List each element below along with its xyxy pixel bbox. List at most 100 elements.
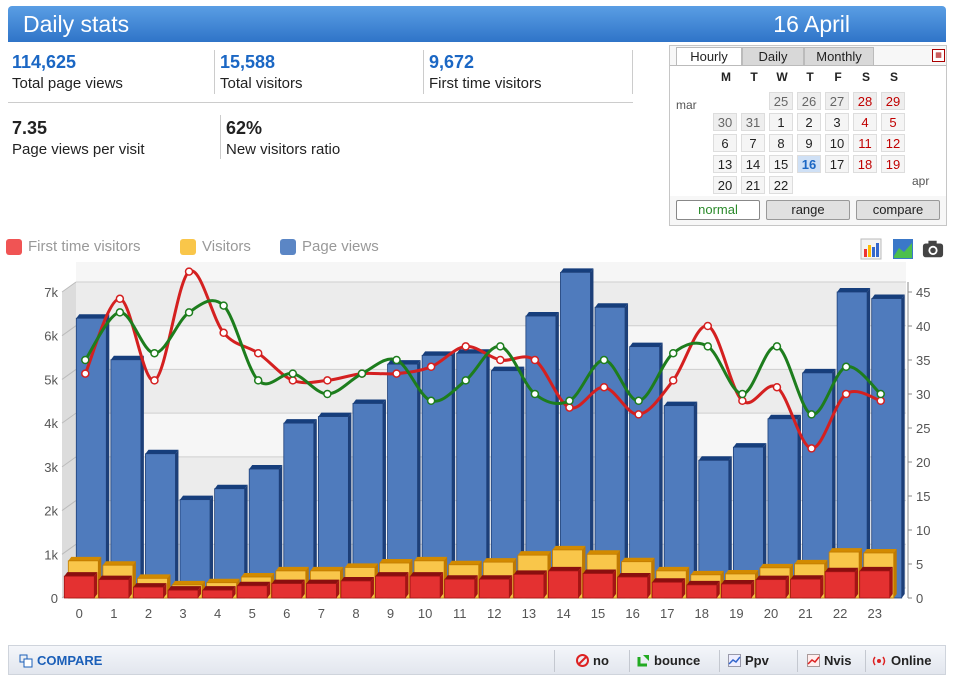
y-right-tick-label: 35 bbox=[916, 353, 930, 368]
red-line-point bbox=[876, 396, 885, 406]
month-label-next: apr bbox=[912, 174, 930, 188]
bar-chart-icon[interactable] bbox=[860, 238, 882, 260]
calendar-day[interactable]: 6 bbox=[713, 134, 737, 152]
calendar-day[interactable]: 16 bbox=[797, 155, 821, 173]
divider bbox=[719, 650, 720, 672]
first-time-visitors-bar-top bbox=[755, 575, 789, 580]
filter-ppv-button[interactable]: Ppv bbox=[728, 653, 769, 668]
red-line-point bbox=[288, 376, 298, 385]
page-views-bar-top bbox=[525, 312, 559, 317]
first-time-visitors-bar-side bbox=[440, 572, 444, 598]
calendar-day[interactable]: 19 bbox=[881, 155, 905, 173]
calendar-day[interactable]: 15 bbox=[769, 155, 793, 173]
y-right-tick-label: 45 bbox=[916, 285, 930, 300]
first-time-visitors-bar-side bbox=[94, 572, 98, 598]
calendar-day[interactable]: 7 bbox=[741, 134, 765, 152]
calendar-day[interactable]: 31 bbox=[741, 113, 765, 131]
filter-no-label: no bbox=[593, 653, 609, 668]
calendar-day[interactable]: 8 bbox=[769, 134, 793, 152]
red-line-point bbox=[392, 369, 401, 378]
weekday-label: M bbox=[721, 70, 731, 84]
red-line-point bbox=[81, 369, 90, 378]
calendar-day[interactable]: 1 bbox=[769, 113, 793, 131]
calendar-day[interactable]: 22 bbox=[769, 176, 793, 194]
calendar-day[interactable]: 5 bbox=[881, 113, 905, 131]
y-left-tick-label: 6k bbox=[44, 329, 58, 344]
calendar-day[interactable]: 13 bbox=[713, 155, 737, 173]
tab-hourly[interactable]: Hourly bbox=[676, 47, 742, 66]
first-time-visitors-bar bbox=[824, 571, 856, 599]
green-line-point bbox=[807, 410, 816, 419]
calendar-day[interactable]: 20 bbox=[713, 176, 737, 194]
x-tick-label: 15 bbox=[591, 606, 605, 621]
calendar-day[interactable]: 11 bbox=[853, 134, 877, 152]
green-line-point bbox=[876, 389, 885, 399]
stat-page-views-per-visit: 7.35 Page views per visit bbox=[12, 118, 145, 158]
legend-swatch bbox=[180, 238, 196, 255]
y-left-tick-label: 3k bbox=[44, 460, 58, 475]
normal-button[interactable]: normal bbox=[676, 200, 760, 220]
page-views-bar-side bbox=[106, 314, 110, 598]
calendar-day[interactable]: 26 bbox=[797, 92, 821, 110]
x-tick-label: 5 bbox=[249, 606, 256, 621]
y-right-tick-label: 0 bbox=[916, 591, 923, 606]
x-tick-label: 3 bbox=[179, 606, 186, 621]
calendar-day[interactable]: 18 bbox=[853, 155, 877, 173]
first-time-visitors-bar-top bbox=[133, 583, 167, 588]
first-time-visitors-bar-top bbox=[583, 569, 617, 574]
green-line-point bbox=[461, 376, 470, 385]
compare-link[interactable]: COMPARE bbox=[19, 653, 102, 668]
range-button[interactable]: range bbox=[766, 200, 850, 220]
green-line-point bbox=[81, 355, 90, 365]
stat-label: New visitors ratio bbox=[226, 141, 341, 158]
tab-daily[interactable]: Daily bbox=[742, 47, 804, 66]
filter-online-button[interactable]: Online bbox=[871, 653, 931, 668]
divider bbox=[797, 650, 798, 672]
calendar-day[interactable]: 21 bbox=[741, 176, 765, 194]
visitors-bar-top bbox=[448, 560, 482, 565]
legend-page-views[interactable]: Page views bbox=[280, 238, 379, 255]
divider bbox=[8, 102, 633, 103]
weekday-label: F bbox=[834, 70, 842, 84]
x-tick-label: 14 bbox=[556, 606, 570, 621]
calendar-day[interactable]: 14 bbox=[741, 155, 765, 173]
first-time-visitors-bar-top bbox=[237, 581, 271, 586]
tab-monthly[interactable]: Monthly bbox=[804, 47, 874, 66]
filter-no-button[interactable]: no bbox=[576, 653, 609, 668]
visitors-bar-top bbox=[863, 548, 897, 553]
page-views-bar-side bbox=[590, 268, 594, 598]
calendar-day[interactable]: 2 bbox=[797, 113, 821, 131]
red-line-point bbox=[496, 355, 505, 365]
camera-icon[interactable] bbox=[922, 238, 944, 260]
calendar-day[interactable]: 9 bbox=[797, 134, 821, 152]
calendar-day[interactable]: 4 bbox=[853, 113, 877, 131]
grid-band bbox=[76, 325, 906, 370]
legend-first-time-visitors[interactable]: First time visitors bbox=[6, 238, 141, 255]
calendar-day[interactable]: 30 bbox=[713, 113, 737, 131]
page-views-bar-top bbox=[733, 443, 767, 448]
legend-visitors[interactable]: Visitors bbox=[180, 238, 251, 255]
filter-bounce-button[interactable]: bounce bbox=[637, 653, 700, 668]
calendar-day[interactable]: 10 bbox=[825, 134, 849, 152]
calendar-day[interactable]: 27 bbox=[825, 92, 849, 110]
calendar-day[interactable]: 25 bbox=[769, 92, 793, 110]
calendar-day[interactable]: 12 bbox=[881, 134, 905, 152]
filter-nvis-button[interactable]: Nvis bbox=[807, 653, 851, 668]
calendar-day[interactable]: 28 bbox=[853, 92, 877, 110]
page-views-bar-top bbox=[283, 419, 317, 424]
calendar-icon[interactable]: ▦ bbox=[932, 49, 945, 62]
bounce-icon bbox=[637, 655, 649, 667]
x-tick-label: 13 bbox=[522, 606, 536, 621]
month-label-prev: mar bbox=[676, 98, 697, 112]
compare-button[interactable]: compare bbox=[856, 200, 940, 220]
calendar-day[interactable]: 17 bbox=[825, 155, 849, 173]
y-right-tick-label: 5 bbox=[916, 557, 923, 572]
stat-label: Total page views bbox=[12, 75, 123, 92]
first-time-visitors-bar bbox=[271, 583, 303, 599]
area-chart-icon[interactable] bbox=[892, 238, 914, 260]
red-line-point bbox=[599, 382, 609, 392]
calendar-day[interactable]: 29 bbox=[881, 92, 905, 110]
calendar-day[interactable]: 3 bbox=[825, 113, 849, 131]
visitors-bar-top bbox=[621, 557, 655, 562]
red-line-point bbox=[426, 362, 436, 372]
